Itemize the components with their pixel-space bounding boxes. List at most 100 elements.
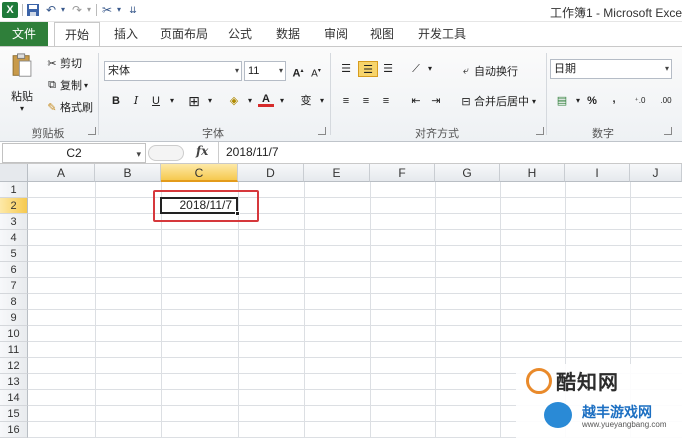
align-bottom-icon[interactable]: ☰ <box>380 61 396 77</box>
format-painter-button[interactable]: ✎ 格式刷 <box>44 99 93 115</box>
dialog-launcher-icon[interactable] <box>664 127 672 135</box>
name-box[interactable]: C2 ▾ <box>2 143 146 163</box>
tab-formulas[interactable]: 公式 <box>224 22 256 46</box>
shrink-font-icon[interactable]: A▾ <box>308 63 324 79</box>
column-header-d[interactable]: D <box>238 164 304 182</box>
dialog-launcher-icon[interactable] <box>318 127 326 135</box>
row-header-6[interactable]: 6 <box>0 262 28 278</box>
tab-home[interactable]: 开始 <box>54 22 100 47</box>
row-header-8[interactable]: 8 <box>0 294 28 310</box>
decrease-indent-icon[interactable]: ⇤ <box>408 93 424 109</box>
column-header-i[interactable]: I <box>565 164 630 182</box>
wrap-text-label: 自动换行 <box>474 66 518 78</box>
merge-center-button[interactable]: ⊟ 合并后居中 ▾ <box>458 93 536 109</box>
group-separator <box>330 53 331 135</box>
tab-developer[interactable]: 开发工具 <box>414 22 470 46</box>
dialog-launcher-icon[interactable] <box>536 127 544 135</box>
tab-insert[interactable]: 插入 <box>110 22 142 46</box>
chevron-down-icon[interactable]: ▾ <box>164 93 180 109</box>
phonetic-icon[interactable]: 变 <box>298 93 314 109</box>
row-header-7[interactable]: 7 <box>0 278 28 294</box>
row-header-5[interactable]: 5 <box>0 246 28 262</box>
watermark-logo-icon <box>544 402 572 428</box>
font-size-value: 11 <box>248 65 260 77</box>
column-header-a[interactable]: A <box>28 164 95 182</box>
chevron-down-icon[interactable]: ▾ <box>136 145 141 163</box>
number-format-select[interactable]: 日期 ▾ <box>550 59 672 79</box>
watermark-text: 酷知网 <box>556 370 619 394</box>
excel-app-icon: X <box>2 2 18 18</box>
font-size-select[interactable]: 11 ▾ <box>244 61 286 81</box>
column-header-h[interactable]: H <box>500 164 565 182</box>
paste-button[interactable]: 粘贴 ▾ <box>6 53 38 113</box>
copy-button[interactable]: ⧉ 复制 ▾ <box>44 77 88 93</box>
font-name-select[interactable]: 宋体 ▾ <box>104 61 242 81</box>
row-header-11[interactable]: 11 <box>0 342 28 358</box>
tab-file[interactable]: 文件 <box>0 22 48 46</box>
increase-indent-icon[interactable]: ⇥ <box>428 93 444 109</box>
row-header-3[interactable]: 3 <box>0 214 28 230</box>
tab-review[interactable]: 审阅 <box>320 22 352 46</box>
bold-button[interactable]: B <box>108 93 124 109</box>
row-header-15[interactable]: 15 <box>0 406 28 422</box>
font-color-icon[interactable]: A <box>258 91 274 107</box>
customize-quick-access-icon[interactable]: ⇊ <box>126 3 140 17</box>
chevron-down-icon[interactable]: ▾ <box>422 61 438 77</box>
row-header-10[interactable]: 10 <box>0 326 28 342</box>
save-icon[interactable] <box>26 3 40 17</box>
redo-dropdown-icon[interactable]: ▾ <box>82 3 96 17</box>
formula-bar: C2 ▾ fx 2018/11/7 <box>0 142 682 164</box>
row-header-1[interactable]: 1 <box>0 182 28 198</box>
accounting-format-icon[interactable]: ▤ <box>554 93 570 109</box>
watermark-logo-icon <box>526 368 552 394</box>
column-header-f[interactable]: F <box>370 164 435 182</box>
underline-button[interactable]: U <box>148 93 164 109</box>
select-all-button[interactable] <box>0 164 28 182</box>
chevron-down-icon[interactable]: ▾ <box>242 93 258 109</box>
column-header-c[interactable]: C <box>161 164 238 182</box>
insert-function-button[interactable]: fx <box>196 144 212 158</box>
align-top-icon[interactable]: ☰ <box>338 61 354 77</box>
wrap-text-button[interactable]: ⤶ 自动换行 <box>458 63 518 79</box>
chevron-down-icon[interactable]: ▾ <box>202 93 218 109</box>
row-header-12[interactable]: 12 <box>0 358 28 374</box>
tab-data[interactable]: 数据 <box>272 22 304 46</box>
row-header-13[interactable]: 13 <box>0 374 28 390</box>
italic-button[interactable]: I <box>128 93 144 109</box>
window-title: 工作簿1 - Microsoft Exce <box>549 6 682 20</box>
column-header-e[interactable]: E <box>304 164 370 182</box>
formula-bar-splitter[interactable] <box>148 145 184 161</box>
align-middle-icon[interactable]: ☰ <box>358 61 378 77</box>
separator <box>22 4 23 16</box>
align-center-icon[interactable]: ≡ <box>358 93 374 109</box>
dialog-launcher-icon[interactable] <box>88 127 96 135</box>
tools-dropdown-icon[interactable]: ▾ <box>112 3 126 17</box>
gridline <box>95 182 96 438</box>
cut-button[interactable]: ✂ 剪切 <box>44 55 82 71</box>
borders-icon[interactable]: ⊞ <box>186 93 202 109</box>
tab-page-layout[interactable]: 页面布局 <box>156 22 212 46</box>
row-header-2[interactable]: 2 <box>0 198 28 214</box>
row-header-14[interactable]: 14 <box>0 390 28 406</box>
align-right-icon[interactable]: ≡ <box>378 93 394 109</box>
tab-view[interactable]: 视图 <box>366 22 398 46</box>
formula-input[interactable]: 2018/11/7 <box>226 145 279 159</box>
gridline <box>304 182 305 438</box>
increase-decimal-icon[interactable]: ⁺.0 <box>630 93 650 109</box>
comma-style-button[interactable]: , <box>606 91 622 107</box>
row-header-16[interactable]: 16 <box>0 422 28 438</box>
column-header-b[interactable]: B <box>95 164 161 182</box>
undo-dropdown-icon[interactable]: ▾ <box>56 3 70 17</box>
column-header-j[interactable]: J <box>630 164 682 182</box>
column-header-g[interactable]: G <box>435 164 500 182</box>
fill-color-icon[interactable]: ◈ <box>226 93 242 109</box>
gridline <box>28 245 682 246</box>
decrease-decimal-icon[interactable]: .00 <box>656 93 676 109</box>
percent-style-button[interactable]: % <box>584 93 600 109</box>
grow-font-icon[interactable]: A▴ <box>290 63 306 80</box>
row-header-4[interactable]: 4 <box>0 230 28 246</box>
row-header-9[interactable]: 9 <box>0 310 28 326</box>
chevron-down-icon[interactable]: ▾ <box>274 93 290 109</box>
align-left-icon[interactable]: ≡ <box>338 93 354 109</box>
chevron-down-icon[interactable]: ▾ <box>314 93 330 109</box>
